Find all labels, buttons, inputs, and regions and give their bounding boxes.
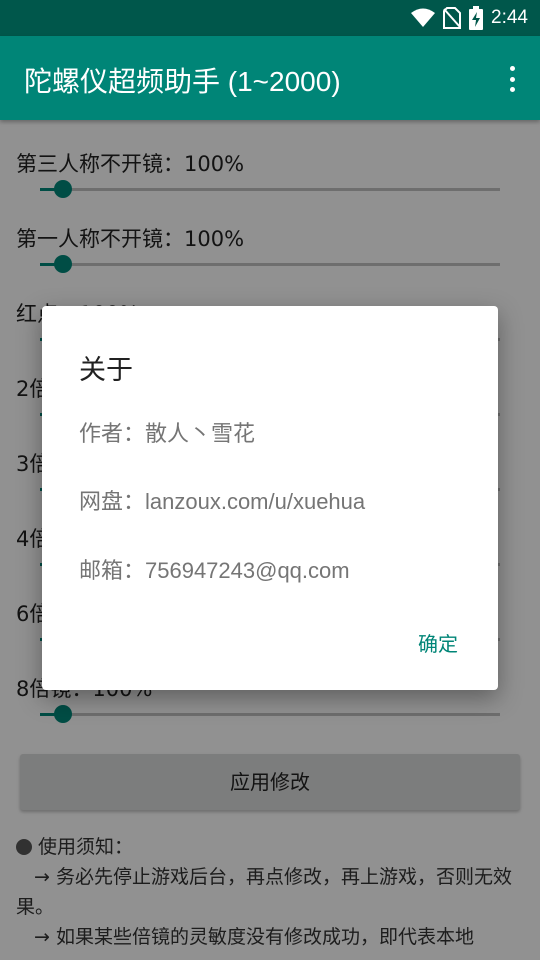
app-title: 陀螺仪超频助手 (1~2000) [24, 66, 341, 97]
no-sim-icon [443, 7, 462, 29]
about-dialog: 关于 作者：散人丶雪花 网盘：lanzoux.com/u/xuehua 邮箱：7… [42, 306, 498, 690]
ok-button[interactable]: 确定 [410, 624, 466, 661]
email-line: 邮箱：756947243@qq.com [79, 558, 350, 583]
wifi-icon [411, 8, 436, 27]
author-line: 作者：散人丶雪花 [79, 421, 256, 446]
app-bar: 陀螺仪超频助手 (1~2000) [0, 36, 540, 120]
status-time: 2:44 [491, 7, 528, 28]
status-bar: 2:44 [0, 0, 540, 36]
dialog-title: 关于 [79, 355, 133, 386]
netdisk-line: 网盘：lanzoux.com/u/xuehua [79, 489, 366, 514]
overflow-menu-icon[interactable] [502, 64, 522, 94]
battery-charging-icon [469, 6, 484, 30]
status-icons: 2:44 [411, 6, 528, 30]
